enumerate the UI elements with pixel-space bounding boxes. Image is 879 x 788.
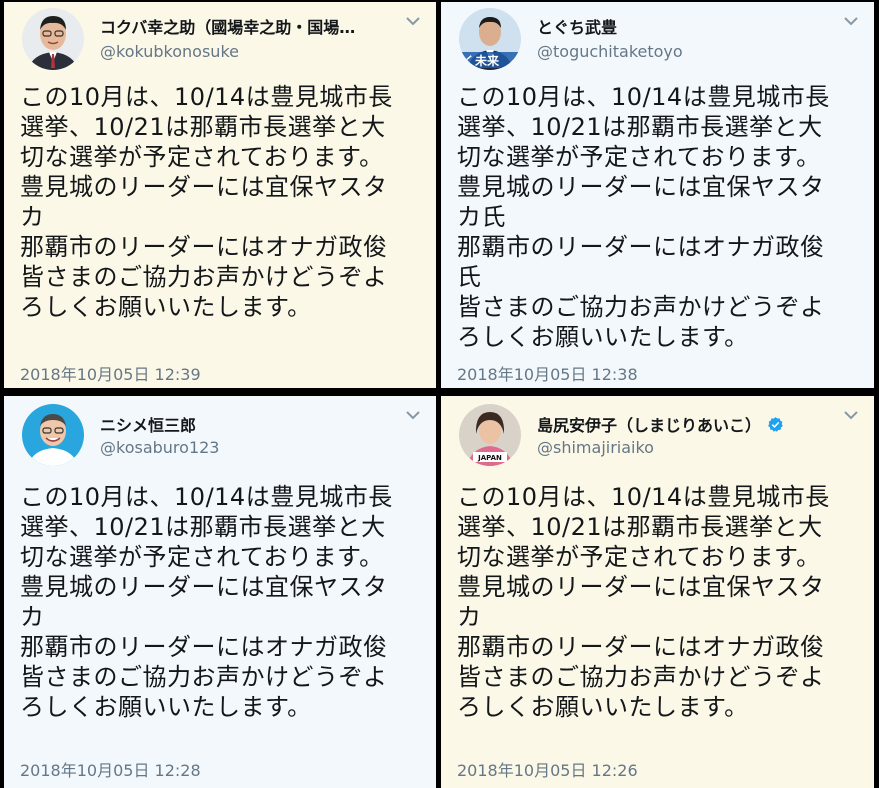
avatar-overlay-text: く未来 bbox=[463, 53, 500, 68]
avatar[interactable]: く未来 bbox=[459, 8, 521, 70]
display-name[interactable]: ニシメ恒三郎 bbox=[100, 412, 196, 436]
tweet-text-line: 選挙、10/21は那覇市長選挙と大 bbox=[20, 113, 386, 141]
display-name[interactable]: コクバ幸之助（國場幸之助・国場… bbox=[100, 14, 355, 38]
tweet-text-line: 切な選挙が予定されております。 bbox=[457, 543, 821, 571]
avatar-overlay-text: JAPAN bbox=[477, 454, 502, 462]
avatar[interactable] bbox=[22, 8, 84, 70]
tweet-text-line: この10月は、10/14は豊見城市長 bbox=[457, 483, 830, 511]
tweet-text-line: 豊見城のリーダーには宜保ヤスタ bbox=[457, 573, 825, 601]
avatar-photo-icon bbox=[22, 8, 84, 70]
avatar[interactable] bbox=[22, 404, 84, 466]
user-handle[interactable]: @kosaburo123 bbox=[100, 438, 219, 457]
tweet-text-line: 那覇市のリーダーにはオナガ政俊 bbox=[20, 233, 388, 261]
display-name[interactable]: とぐち武豊 bbox=[537, 14, 617, 38]
tweet-text-line: この10月は、10/14は豊見城市長 bbox=[20, 83, 393, 111]
tweet-text-line: この10月は、10/14は豊見城市長 bbox=[20, 483, 393, 511]
avatar[interactable]: JAPAN bbox=[459, 404, 521, 466]
tweet-text-line: この10月は、10/14は豊見城市長 bbox=[457, 83, 830, 111]
chevron-down-icon[interactable] bbox=[842, 14, 860, 28]
tweet-text-line: 皆さまのご協力お声かけどうぞよ bbox=[20, 263, 388, 291]
tweet-text-line: 選挙、10/21は那覇市長選挙と大 bbox=[20, 513, 386, 541]
tweet-timestamp[interactable]: 2018年10月05日 12:28 bbox=[20, 757, 201, 781]
tweet-text-line: 皆さまのご協力お声かけどうぞよ bbox=[20, 663, 388, 691]
user-handle[interactable]: @kokubkonosuke bbox=[100, 42, 239, 61]
avatar-photo-icon: JAPAN bbox=[459, 404, 521, 466]
user-handle[interactable]: @shimajiriaiko bbox=[537, 438, 654, 457]
avatar-photo-icon: く未来 bbox=[459, 8, 521, 70]
chevron-down-icon[interactable] bbox=[842, 408, 860, 422]
chevron-down-icon[interactable] bbox=[404, 14, 422, 28]
verified-badge-icon bbox=[768, 417, 783, 432]
tweet-text-line: ろしくお願いいたします。 bbox=[457, 323, 749, 351]
user-handle[interactable]: @toguchitaketoyo bbox=[537, 42, 683, 61]
tweet-text-line: 豊見城のリーダーには宜保ヤスタ bbox=[20, 173, 388, 201]
display-name-text[interactable]: 島尻安伊子（しまじりあいこ） bbox=[537, 416, 761, 435]
tweet-timestamp[interactable]: 2018年10月05日 12:38 bbox=[457, 361, 638, 385]
tweet-text-line: カ bbox=[20, 203, 45, 231]
tweet-text: この10月は、10/14は豊見城市長 選挙、10/21は那覇市長選挙と大 切な選… bbox=[457, 482, 867, 722]
tweet-text: この10月は、10/14は豊見城市長 選挙、10/21は那覇市長選挙と大 切な選… bbox=[20, 82, 430, 322]
tweet-text-line: 選挙、10/21は那覇市長選挙と大 bbox=[457, 513, 823, 541]
tweet-text-line: 那覇市のリーダーにはオナガ政俊 bbox=[20, 633, 388, 661]
tweet-text-line: 選挙、10/21は那覇市長選挙と大 bbox=[457, 113, 823, 141]
tweet-card-shimajiriaiko[interactable]: JAPAN 島尻安伊子（しまじりあいこ） @shimajiriaiko この10… bbox=[441, 396, 874, 788]
tweet-timestamp[interactable]: 2018年10月05日 12:39 bbox=[20, 361, 201, 385]
tweet-text-line: 氏 bbox=[457, 263, 482, 291]
tweet-card-kosaburo123[interactable]: ニシメ恒三郎 @kosaburo123 この10月は、10/14は豊見城市長 選… bbox=[4, 396, 436, 788]
tweet-text-line: 切な選挙が予定されております。 bbox=[20, 543, 384, 571]
tweet-text: この10月は、10/14は豊見城市長 選挙、10/21は那覇市長選挙と大 切な選… bbox=[457, 82, 867, 352]
tweet-text-line: 皆さまのご協力お声かけどうぞよ bbox=[457, 663, 825, 691]
tweet-card-kokubkonosuke[interactable]: コクバ幸之助（國場幸之助・国場… @kokubkonosuke この10月は、1… bbox=[4, 2, 436, 388]
tweet-timestamp[interactable]: 2018年10月05日 12:26 bbox=[457, 757, 638, 781]
tweet-text-line: カ bbox=[20, 603, 45, 631]
display-name[interactable]: 島尻安伊子（しまじりあいこ） bbox=[537, 412, 784, 436]
tweet-text-line: ろしくお願いいたします。 bbox=[457, 693, 749, 721]
tweet-text-line: 皆さまのご協力お声かけどうぞよ bbox=[457, 293, 825, 321]
avatar-photo-icon bbox=[22, 404, 84, 466]
tweet-text-line: 那覇市のリーダーにはオナガ政俊 bbox=[457, 233, 825, 261]
tweet-text-line: ろしくお願いいたします。 bbox=[20, 693, 312, 721]
tweet-text-line: 切な選挙が予定されております。 bbox=[457, 143, 821, 171]
tweet-text-line: カ氏 bbox=[457, 203, 506, 231]
tweet-text-line: ろしくお願いいたします。 bbox=[20, 293, 312, 321]
chevron-down-icon[interactable] bbox=[404, 408, 422, 422]
tweet-text-line: カ bbox=[457, 603, 482, 631]
tweet-text-line: 豊見城のリーダーには宜保ヤスタ bbox=[457, 173, 825, 201]
tweet-text: この10月は、10/14は豊見城市長 選挙、10/21は那覇市長選挙と大 切な選… bbox=[20, 482, 430, 722]
tweet-text-line: 那覇市のリーダーにはオナガ政俊 bbox=[457, 633, 825, 661]
tweet-text-line: 切な選挙が予定されております。 bbox=[20, 143, 384, 171]
tweet-card-toguchitaketoyo[interactable]: く未来 とぐち武豊 @toguchitaketoyo この10月は、10/14は… bbox=[441, 2, 874, 388]
tweet-text-line: 豊見城のリーダーには宜保ヤスタ bbox=[20, 573, 388, 601]
